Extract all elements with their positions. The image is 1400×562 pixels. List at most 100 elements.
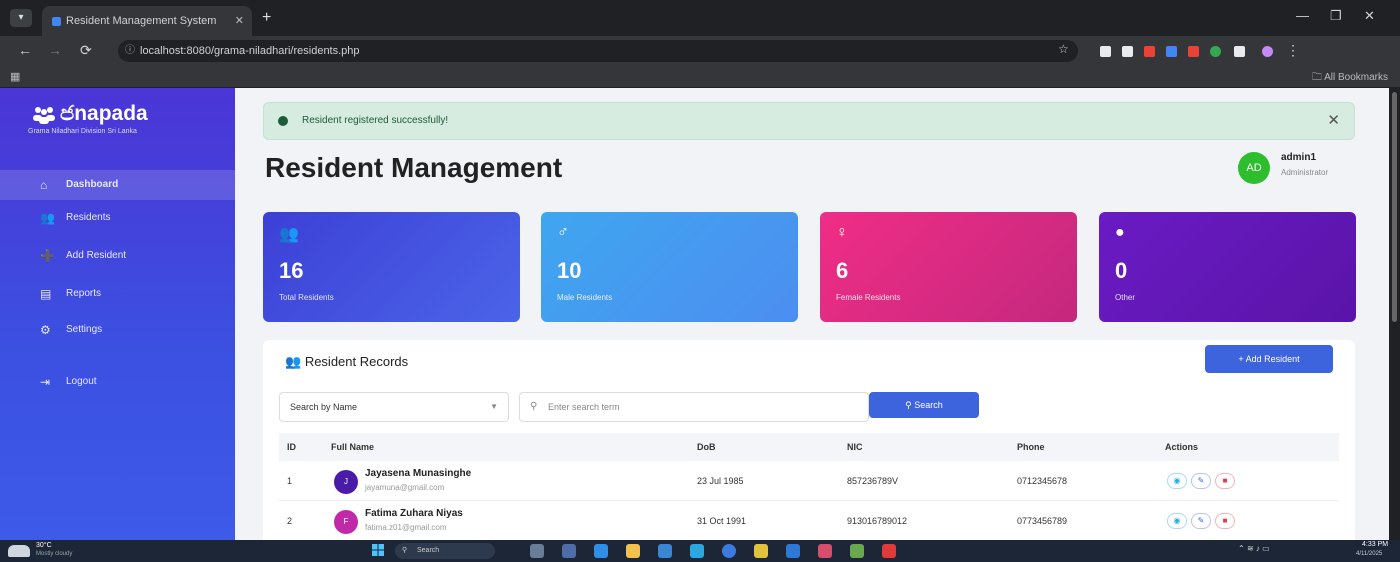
sidebar-item-reports[interactable]: ▤ Reports	[0, 279, 235, 309]
chevron-up-icon: ⌃	[1238, 544, 1245, 553]
avatar: J	[334, 470, 358, 494]
alert-message: Resident registered successfully!	[302, 115, 449, 126]
windows-taskbar: 30°C Mostly cloudy ⚲ Search ⌃ ≋ ♪ ▭ 4:33…	[0, 540, 1400, 562]
tab-search-icon[interactable]: ▾	[10, 9, 32, 27]
search-icon: ⚲	[402, 547, 408, 554]
sidebar-item-label: Settings	[66, 324, 103, 335]
weather-widget[interactable]: 30°C Mostly cloudy	[8, 542, 128, 560]
new-tab-icon[interactable]: +	[262, 9, 271, 27]
search-by-select[interactable]: Search by Name ▼	[279, 392, 509, 422]
stat-value: 6	[836, 258, 849, 283]
url-input[interactable]: ⓘ localhost:8080/grama-niladhari/residen…	[118, 40, 1078, 62]
sidebar-item-label: Residents	[66, 212, 111, 223]
main-content: Resident registered successfully! ✕ Resi…	[235, 88, 1400, 541]
extensions-puzzle-icon[interactable]	[1234, 46, 1245, 57]
taskbar-search[interactable]: ⚲ Search	[395, 543, 495, 559]
edit-icon[interactable]: ✎	[1191, 473, 1211, 489]
extension-icon[interactable]	[1166, 46, 1177, 57]
extension-icon[interactable]	[1100, 46, 1111, 57]
site-info-icon[interactable]: ⓘ	[125, 40, 135, 62]
file-explorer-icon[interactable]	[626, 544, 640, 558]
browser-tab-bar: ▾ Resident Management System ✕ + — ❐ ✕	[0, 0, 1400, 36]
cloud-icon	[8, 545, 30, 557]
windows-start-icon[interactable]	[372, 544, 384, 556]
app-icon[interactable]	[850, 544, 864, 558]
user-role: Administrator	[1281, 168, 1329, 177]
table-header: ID Full Name DoB NIC Phone Actions	[279, 433, 1339, 461]
search-button[interactable]: ⚲ Search	[869, 392, 979, 418]
sidebar-item-logout[interactable]: ⇥ Logout	[0, 367, 235, 397]
back-icon[interactable]: ←	[18, 42, 32, 58]
page-scrollbar[interactable]	[1389, 88, 1400, 540]
profile-avatar-icon[interactable]	[1262, 46, 1273, 57]
sidebar: ජnapada Grama Niladhari Division Sri Lan…	[0, 88, 235, 540]
vscode-icon[interactable]	[786, 544, 800, 558]
pdf-extension-icon[interactable]	[1144, 46, 1155, 57]
sidebar-item-dashboard[interactable]: ⌂ Dashboard	[0, 170, 235, 200]
view-icon[interactable]: ◉	[1167, 513, 1187, 529]
avatar: F	[334, 510, 358, 534]
delete-icon[interactable]: ■	[1215, 473, 1235, 489]
extension-icon[interactable]	[1210, 46, 1221, 57]
close-tab-icon[interactable]: ✕	[235, 6, 244, 36]
close-window-icon[interactable]: ✕	[1364, 8, 1375, 24]
chart-icon: ▤	[40, 287, 52, 301]
row-id: 1	[287, 476, 293, 486]
all-bookmarks-button[interactable]: 🗀 All Bookmarks	[1312, 70, 1388, 87]
search-input[interactable]: ⚲ Enter search term	[519, 392, 869, 422]
bookmark-star-icon[interactable]: ☆	[1058, 42, 1069, 56]
chrome-icon[interactable]	[722, 544, 736, 558]
users-logo-icon	[33, 107, 55, 124]
app-icon[interactable]	[562, 544, 576, 558]
menu-dots-icon[interactable]: ⋮	[1286, 42, 1300, 59]
apps-grid-icon[interactable]: ▦	[10, 70, 20, 83]
users-icon: 👥	[279, 226, 299, 243]
resident-phone: 0773456789	[1017, 516, 1068, 526]
clock-time[interactable]: 4:33 PM	[1362, 541, 1388, 548]
clock-date[interactable]: 4/11/2025	[1356, 551, 1382, 557]
task-view-icon[interactable]	[530, 544, 544, 558]
minimize-icon[interactable]: —	[1296, 8, 1309, 23]
stat-label: Total Residents	[279, 293, 334, 302]
edge-icon[interactable]	[594, 544, 608, 558]
gmail-icon[interactable]	[1122, 46, 1133, 57]
search-placeholder: Enter search term	[548, 402, 620, 412]
app-icon[interactable]	[818, 544, 832, 558]
stat-label: Other	[1115, 293, 1136, 302]
edit-icon[interactable]: ✎	[1191, 513, 1211, 529]
maximize-icon[interactable]: ❐	[1330, 8, 1342, 24]
store-icon[interactable]	[658, 544, 672, 558]
column-header: NIC	[847, 442, 863, 452]
sidebar-item-settings[interactable]: ⚙ Settings	[0, 315, 235, 345]
sidebar-item-add-resident[interactable]: ➕ Add Resident	[0, 241, 235, 271]
sidebar-item-residents[interactable]: 👥 Residents	[0, 203, 235, 233]
column-header: ID	[287, 442, 296, 452]
avatar[interactable]: AD	[1238, 152, 1270, 184]
users-icon: 👥	[285, 354, 302, 369]
sidebar-item-label: Logout	[66, 376, 97, 387]
extension-icon[interactable]	[1188, 46, 1199, 57]
search-by-value: Search by Name	[290, 402, 358, 412]
resident-dob: 23 Jul 1985	[697, 476, 744, 486]
resident-nic: 857236789V	[847, 476, 899, 486]
acrobat-icon[interactable]	[882, 544, 896, 558]
search-button-label: Search	[914, 400, 943, 410]
delete-icon[interactable]: ■	[1215, 513, 1235, 529]
scrollbar-thumb[interactable]	[1392, 92, 1397, 322]
app-icon[interactable]	[690, 544, 704, 558]
column-header: DoB	[697, 442, 716, 452]
app-icon[interactable]	[754, 544, 768, 558]
add-resident-button[interactable]: + Add Resident	[1205, 345, 1333, 373]
page-title: Resident Management	[265, 152, 563, 183]
resident-email: fatima.z01@gmail.com	[365, 523, 447, 532]
forward-icon[interactable]: →	[48, 42, 62, 58]
gear-icon: ⚙	[40, 323, 51, 337]
search-icon: ⚲	[905, 400, 912, 410]
browser-tab[interactable]: Resident Management System ✕	[42, 6, 252, 36]
stat-card-other: ● 0 Other	[1099, 212, 1356, 322]
stat-card-total: 👥 16 Total Residents	[263, 212, 520, 322]
close-alert-icon[interactable]: ✕	[1327, 103, 1340, 139]
view-icon[interactable]: ◉	[1167, 473, 1187, 489]
reload-icon[interactable]: ⟳	[80, 42, 92, 59]
system-tray[interactable]: ⌃ ≋ ♪ ▭	[1238, 544, 1270, 553]
